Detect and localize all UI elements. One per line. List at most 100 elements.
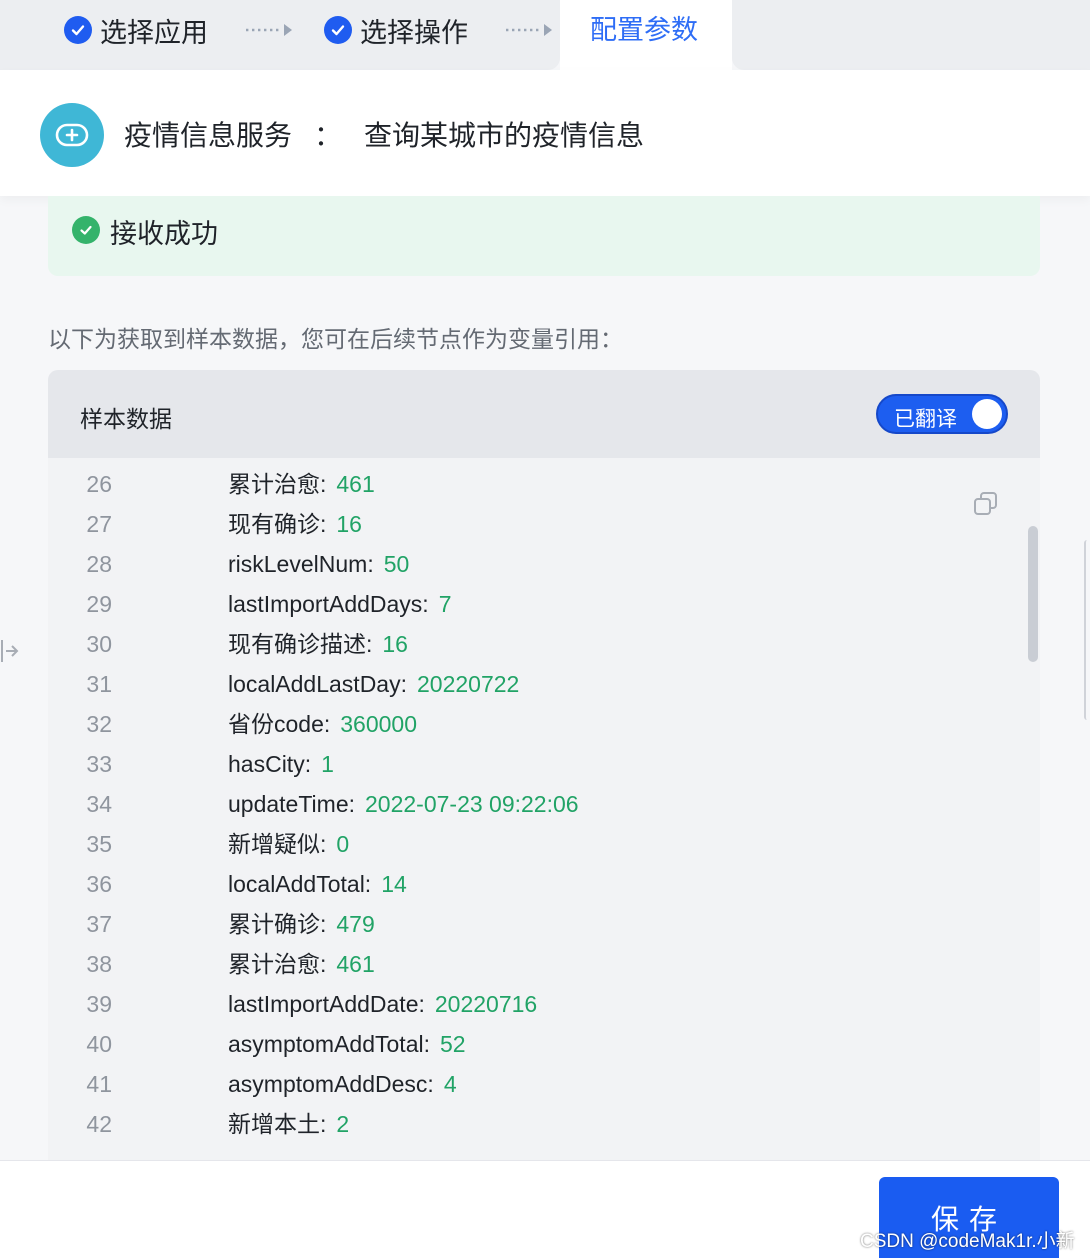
field-value: 7 <box>438 591 452 617</box>
line-number: 39 <box>86 991 112 1017</box>
field-value: 461 <box>336 471 375 497</box>
field-value: 1 <box>321 751 334 777</box>
sample-data-panel: 样本数据 已翻译 26 累计治愈: 461 27 现有确诊: 16 28 riskLevelN… <box>48 370 1040 1170</box>
check-circle-icon <box>64 16 92 44</box>
key-value: 新增本土: 2 <box>228 1104 349 1144</box>
sample-description: 以下为获取到样本数据，您可在后续节点作为变量引用： <box>48 326 623 352</box>
line-number: 27 <box>86 511 112 537</box>
field-value: 20220722 <box>417 671 520 697</box>
field-key: asymptomAddTotal: <box>228 1031 430 1057</box>
key-value: localAddTotal: 14 <box>228 864 407 904</box>
code-line: 34 updateTime: 2022-07-23 09:22:06 <box>48 784 1040 824</box>
step-select-app[interactable]: 选择应用 <box>64 12 208 48</box>
step-bar: 选择应用 选择操作 配置参数 <box>0 0 1090 70</box>
field-value: 360000 <box>340 711 418 737</box>
medical-kit-icon <box>40 103 104 167</box>
field-key: 新增本土: <box>228 1111 327 1137</box>
code-line: 29 lastImportAddDays: 7 <box>48 584 1040 624</box>
title-separator: ： <box>314 120 343 151</box>
key-value: lastImportAddDays: 7 <box>228 584 452 624</box>
line-number: 38 <box>86 951 112 977</box>
step-select-action[interactable]: 选择操作 <box>324 12 468 48</box>
field-key: localAddLastDay: <box>228 671 407 697</box>
field-key: asymptomAddDesc: <box>228 1071 434 1097</box>
key-value: localAddLastDay: 20220722 <box>228 664 519 704</box>
line-number: 36 <box>86 871 112 897</box>
code-line: 36 localAddTotal: 14 <box>48 864 1040 904</box>
key-value: 省份code: 360000 <box>228 704 417 744</box>
field-key: localAddTotal: <box>228 871 372 897</box>
key-value: lastImportAddDate: 20220716 <box>228 984 537 1024</box>
status-text: 接收成功 <box>110 219 218 249</box>
line-number: 28 <box>86 551 112 577</box>
field-value: 52 <box>439 1031 466 1057</box>
code-line: 30 现有确诊描述: 16 <box>48 624 1040 664</box>
line-number: 26 <box>86 471 112 497</box>
code-line: 26 累计治愈: 461 <box>48 464 1040 504</box>
key-value: asymptomAddTotal: 52 <box>228 1024 466 1064</box>
collapse-handle-icon[interactable] <box>0 636 20 666</box>
field-key: 新增疑似: <box>228 831 327 857</box>
toggle-label: 已翻译 <box>894 408 957 431</box>
app-name: 疫情信息服务 <box>124 120 293 151</box>
field-key: lastImportAddDays: <box>228 591 429 617</box>
code-line: 35 新增疑似: 0 <box>48 824 1040 864</box>
toggle-knob <box>972 399 1002 429</box>
field-key: 现有确诊: <box>228 511 327 537</box>
key-value: 累计治愈: 461 <box>228 944 375 984</box>
field-key: lastImportAddDate: <box>228 991 425 1017</box>
code-line: 39 lastImportAddDate: 20220716 <box>48 984 1040 1024</box>
step-label: 选择应用 <box>100 17 208 48</box>
line-number: 35 <box>86 831 112 857</box>
sample-data-header: 样本数据 已翻译 <box>48 370 1040 458</box>
line-number: 31 <box>86 671 112 697</box>
sample-data-title: 样本数据 <box>80 406 172 432</box>
code-viewer[interactable]: 26 累计治愈: 461 27 现有确诊: 16 28 riskLevelNum: 50 29 la… <box>48 458 1040 1170</box>
code-line: 38 累计治愈: 461 <box>48 944 1040 984</box>
action-name: 查询某城市的疫情信息 <box>364 120 645 151</box>
key-value: hasCity: 1 <box>228 744 334 784</box>
field-value: 4 <box>443 1071 457 1097</box>
key-value: 累计确诊: 479 <box>228 904 375 944</box>
step-arrow-icon <box>246 24 292 36</box>
watermark: CSDN @codeMak1r.小新 <box>860 1231 1075 1252</box>
line-number: 40 <box>86 1031 112 1057</box>
code-line: 33 hasCity: 1 <box>48 744 1040 784</box>
line-number: 41 <box>86 1071 112 1097</box>
copy-icon[interactable] <box>972 490 1000 518</box>
key-value: riskLevelNum: 50 <box>228 544 409 584</box>
code-line: 42 新增本土: 2 <box>48 1104 1040 1144</box>
code-line: 41 asymptomAddDesc: 4 <box>48 1064 1040 1104</box>
code-line: 31 localAddLastDay: 20220722 <box>48 664 1040 704</box>
line-number: 34 <box>86 791 112 817</box>
step-configure-params[interactable]: 配置参数 <box>590 12 698 48</box>
code-line: 27 现有确诊: 16 <box>48 504 1040 544</box>
field-value: 16 <box>336 511 362 537</box>
step-arrow-icon <box>506 24 552 36</box>
field-value: 50 <box>383 551 410 577</box>
field-key: updateTime: <box>228 791 355 817</box>
field-key: 累计确诊: <box>228 911 327 937</box>
line-number: 29 <box>86 591 112 617</box>
code-line: 28 riskLevelNum: 50 <box>48 544 1040 584</box>
key-value: 累计治愈: 461 <box>228 464 375 504</box>
field-key: hasCity: <box>228 751 312 777</box>
key-value: asymptomAddDesc: 4 <box>228 1064 457 1104</box>
field-value: 2022-07-23 09:22:06 <box>365 791 579 817</box>
translate-toggle[interactable]: 已翻译 <box>876 394 1008 434</box>
line-number: 32 <box>86 711 112 737</box>
app-header-card: 疫情信息服务 ： 查询某城市的疫情信息 <box>0 70 1090 196</box>
field-key: 累计治愈: <box>228 951 327 977</box>
line-number: 42 <box>86 1111 112 1137</box>
code-line: 40 asymptomAddTotal: 52 <box>48 1024 1040 1064</box>
line-number: 37 <box>86 911 112 937</box>
field-key: 累计治愈: <box>228 471 327 497</box>
step-label: 选择操作 <box>360 17 468 48</box>
field-value: 461 <box>336 951 375 977</box>
field-value: 16 <box>382 631 408 657</box>
scrollbar-thumb[interactable] <box>1028 526 1038 662</box>
key-value: updateTime: 2022-07-23 09:22:06 <box>228 784 579 824</box>
field-value: 14 <box>381 871 407 897</box>
key-value: 现有确诊描述: 16 <box>228 624 408 664</box>
field-value: 2 <box>336 1111 350 1137</box>
